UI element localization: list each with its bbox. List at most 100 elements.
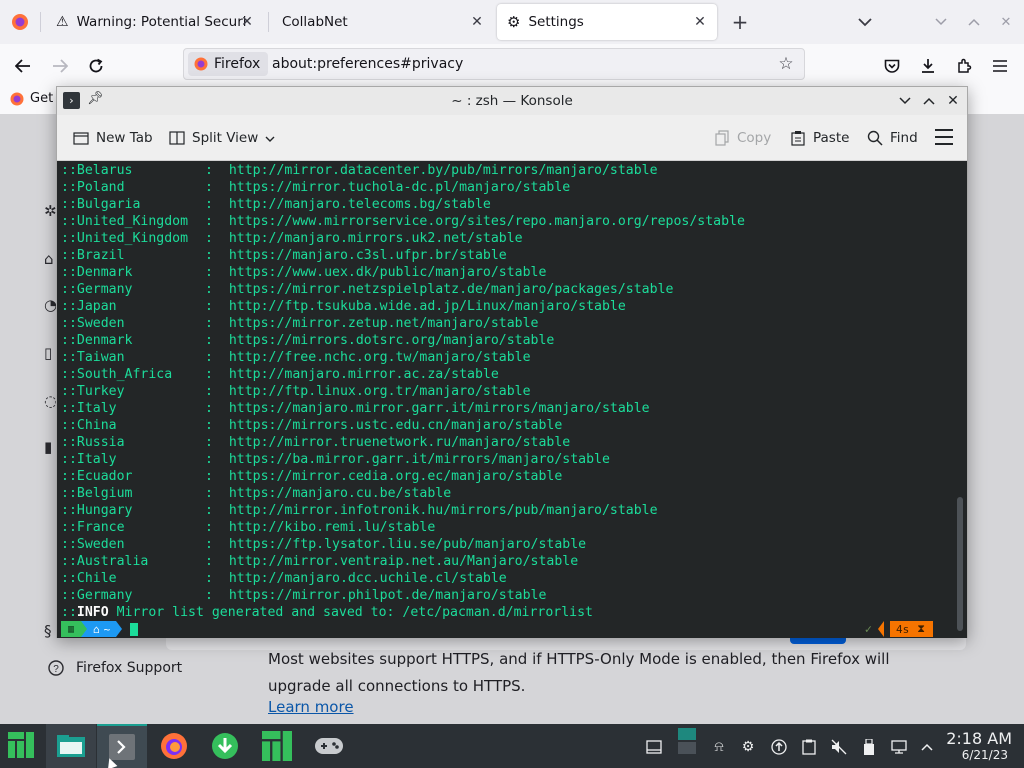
pocket-icon[interactable] (878, 52, 906, 80)
close-window-icon[interactable]: ✕ (994, 10, 1018, 34)
updates-icon[interactable] (770, 738, 788, 756)
mirror-url: https://manjaro.mirror.garr.it/mirrors/m… (228, 401, 650, 416)
url-text[interactable]: about:preferences#privacy (272, 56, 463, 72)
notifications-bell-icon[interactable]: ⍾ (710, 738, 728, 756)
taskbar-dolphin-file-manager[interactable] (46, 724, 96, 768)
volume-muted-icon[interactable] (830, 738, 848, 756)
shell-prompt: ▥ ⌂ ~ (61, 621, 139, 637)
bookmark-get-started[interactable]: Get (10, 91, 53, 106)
clock-time[interactable]: 2:18 AM (946, 729, 1012, 748)
maximize-chevron-icon[interactable] (962, 10, 986, 34)
split-view-label: Split View (192, 130, 259, 146)
terminal-output[interactable]: ::Belarus: http://mirror.datacenter.by/p… (57, 161, 967, 638)
clock-date[interactable]: 6/21/23 (962, 748, 1008, 762)
network-wired-icon[interactable] (890, 738, 908, 756)
show-desktop-icon[interactable] (645, 738, 663, 756)
kde-connect-icon[interactable]: ⚙ (739, 738, 757, 756)
terminal-line: ::Russia: http://mirror.truenetwork.ru/m… (61, 434, 745, 451)
svg-text:?: ? (53, 664, 59, 675)
tab-security-warning[interactable]: ⚠ Warning: Potential Security Risk Ahead… (46, 4, 264, 40)
copy-label: Copy (737, 130, 772, 146)
field-separator: : (205, 537, 229, 552)
mirror-country: ::United_Kingdom (61, 231, 189, 246)
checkmark-icon: ✓ (864, 622, 873, 636)
prompt-dir-label: ~ (103, 622, 111, 636)
close-icon[interactable]: ✕ (943, 91, 963, 111)
close-icon[interactable]: ✕ (468, 13, 486, 31)
copy-button[interactable]: Copy (714, 127, 771, 149)
mirror-country: ::Taiwan (61, 350, 125, 365)
bookmark-star-icon[interactable]: ☆ (776, 54, 796, 74)
paste-label: Paste (813, 130, 850, 146)
terminal-scrollbar[interactable] (957, 165, 963, 633)
maximize-icon[interactable] (919, 91, 939, 111)
app-menu-icon[interactable] (986, 52, 1014, 80)
find-button[interactable]: Find (867, 127, 918, 149)
url-bar[interactable]: Firefox about:preferences#privacy ☆ (183, 48, 805, 80)
paste-button[interactable]: Paste (790, 127, 849, 149)
tray-expand-chevron-icon[interactable] (918, 738, 936, 756)
copy-icon (714, 130, 730, 146)
terminal-line: ::Sweden: https://ftp.lysator.liu.se/pub… (61, 536, 745, 553)
field-separator: : (205, 231, 229, 246)
new-tab-button[interactable]: New Tab (73, 127, 153, 149)
close-icon[interactable]: ✕ (691, 13, 709, 31)
taskbar: ⍾ ⚙ 2:18 AM 6/21/23 (0, 724, 1024, 768)
tab-settings[interactable]: ⚙ Settings ✕ (497, 4, 717, 40)
minimize-icon[interactable] (895, 91, 915, 111)
home-icon: ⌂ (93, 622, 100, 636)
field-separator: : (205, 503, 229, 518)
firefox-support-link[interactable]: ? Firefox Support (48, 660, 182, 676)
mirror-url: http://kibo.remi.lu/stable (228, 520, 436, 535)
field-separator: : (205, 486, 229, 501)
application-launcher-icon[interactable] (8, 732, 36, 760)
tab-collabnet[interactable]: CollabNet ✕ (272, 4, 494, 40)
download-icon (212, 733, 238, 759)
extensions-icon[interactable] (950, 52, 978, 80)
mirror-country: ::Sweden (61, 316, 125, 331)
elapsed-time-segment: 4s ⧗ (890, 621, 933, 637)
mirror-country: ::Australia (61, 554, 149, 569)
firefox-logo-icon (194, 57, 208, 71)
clipboard-icon[interactable] (800, 738, 818, 756)
info-message-line: ::INFO Mirror list generated and saved t… (61, 604, 745, 621)
minimize-chevron-icon[interactable] (929, 10, 953, 34)
taskbar-manjaro-settings[interactable] (252, 724, 302, 768)
learn-more-link[interactable]: Learn more (268, 698, 354, 716)
back-arrow-icon[interactable] (9, 52, 37, 80)
mirror-url: https://mirror.netzspielplatz.de/manjaro… (228, 282, 674, 297)
prompt-separator (878, 621, 885, 637)
firefox-logo-icon (161, 733, 187, 759)
new-tab-plus-icon[interactable]: + (728, 10, 752, 34)
chevron-down-icon (265, 130, 275, 146)
konsole-titlebar[interactable]: › 📌︎ ~ : zsh — Konsole ✕ (57, 87, 967, 115)
mirror-country: ::Italy (61, 452, 117, 467)
identity-box[interactable]: Firefox (188, 52, 269, 76)
forward-arrow-icon[interactable] (46, 52, 74, 80)
mirror-country: ::Bulgaria (61, 197, 141, 212)
gear-icon: ⚙ (507, 13, 521, 31)
usb-device-icon[interactable] (860, 738, 878, 756)
taskbar-games[interactable] (304, 724, 354, 768)
reload-icon[interactable] (82, 52, 110, 80)
terminal-line: ::Japan: http://ftp.tsukuba.wide.ad.jp/L… (61, 298, 745, 315)
tab-title: Warning: Potential Security Risk Ahead (76, 14, 247, 30)
pager-icon[interactable] (678, 728, 696, 754)
info-message: Mirror list generated and saved to: /etc… (108, 605, 593, 620)
mirror-url: https://mirrors.dotsrc.org/manjaro/stabl… (228, 333, 555, 348)
firefox-view-icon[interactable] (8, 10, 32, 34)
list-all-tabs-chevron-icon[interactable] (853, 10, 877, 34)
scrollbar-thumb[interactable] (957, 497, 963, 631)
tab-title: CollabNet (282, 14, 348, 30)
field-separator: : (205, 316, 229, 331)
downloads-icon[interactable] (914, 52, 942, 80)
field-separator: : (205, 588, 229, 603)
hamburger-menu-icon[interactable] (935, 129, 953, 145)
split-view-button[interactable]: Split View (169, 127, 275, 149)
close-icon[interactable]: ✕ (238, 13, 256, 31)
taskbar-firefox[interactable] (149, 724, 199, 768)
mirror-country: ::Belgium (61, 486, 133, 501)
info-tag: INFO (76, 605, 109, 620)
taskbar-downloader[interactable] (200, 724, 250, 768)
terminal-line: ::Bulgaria: http://manjaro.telecoms.bg/s… (61, 196, 745, 213)
